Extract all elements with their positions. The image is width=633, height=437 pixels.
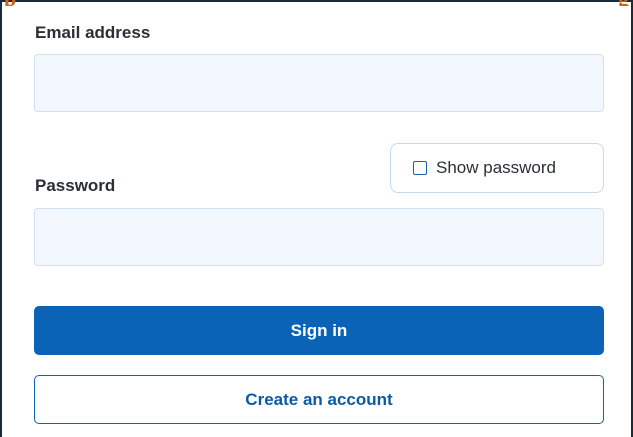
sign-in-button[interactable]: Sign in xyxy=(34,306,604,355)
password-label: Password xyxy=(35,176,116,195)
email-input[interactable] xyxy=(34,54,604,112)
create-account-button[interactable]: Create an account xyxy=(34,375,604,424)
email-label: Email address xyxy=(35,23,151,42)
password-input[interactable] xyxy=(34,208,604,266)
clipped-heading-fragment: p g xyxy=(4,0,629,6)
show-password-label: Show password xyxy=(436,158,557,177)
show-password-toggle[interactable]: Show password xyxy=(390,143,604,193)
checkbox-unchecked-icon[interactable] xyxy=(413,161,427,175)
